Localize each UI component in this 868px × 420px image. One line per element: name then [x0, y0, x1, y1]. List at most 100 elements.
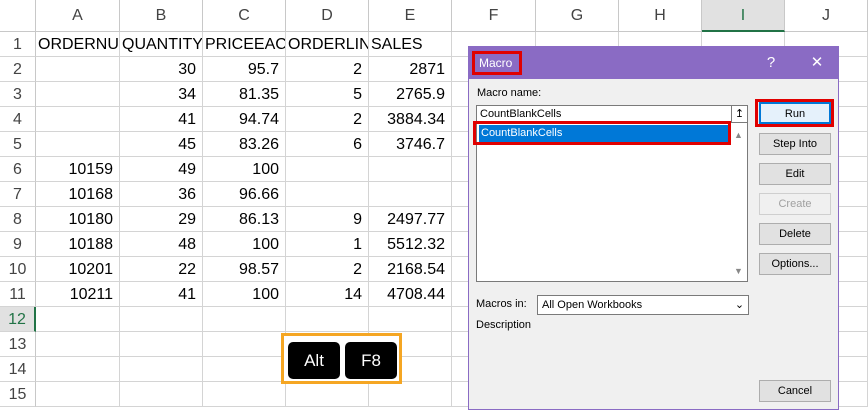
grid-cell[interactable]: 2871 — [369, 57, 452, 82]
grid-cell[interactable] — [369, 182, 452, 207]
grid-cell[interactable] — [286, 157, 369, 182]
grid-cell[interactable]: 95.7 — [203, 57, 286, 82]
dialog-title-bar[interactable]: Macro ? ✕ — [469, 47, 838, 79]
grid-cell[interactable]: 4708.44 — [369, 282, 452, 307]
grid-cell[interactable] — [36, 332, 120, 357]
row-header[interactable]: 6 — [0, 157, 36, 182]
grid-cell[interactable] — [369, 307, 452, 332]
grid-cell[interactable]: 22 — [120, 257, 203, 282]
run-button[interactable]: Run — [759, 102, 831, 124]
grid-cell[interactable]: 10159 — [36, 157, 120, 182]
grid-cell[interactable]: 29 — [120, 207, 203, 232]
grid-cell[interactable]: 5 — [286, 82, 369, 107]
row-header[interactable]: 7 — [0, 182, 36, 207]
grid-cell[interactable] — [369, 382, 452, 407]
grid-cell[interactable] — [120, 382, 203, 407]
column-header-d[interactable]: D — [286, 0, 369, 32]
grid-cell[interactable]: 10201 — [36, 257, 120, 282]
grid-cell[interactable]: 100 — [203, 232, 286, 257]
row-header[interactable]: 13 — [0, 332, 36, 357]
grid-cell[interactable]: SALES — [369, 32, 452, 57]
grid-cell[interactable] — [369, 157, 452, 182]
macro-list[interactable]: CountBlankCells — [476, 122, 748, 282]
options-button[interactable]: Options... — [759, 253, 831, 275]
grid-cell[interactable]: ORDERNU — [36, 32, 120, 57]
grid-cell[interactable]: 6 — [286, 132, 369, 157]
grid-cell[interactable]: 2 — [286, 257, 369, 282]
scroll-up-icon[interactable]: ▲ — [730, 127, 747, 143]
grid-cell[interactable]: 10211 — [36, 282, 120, 307]
grid-cell[interactable]: 98.57 — [203, 257, 286, 282]
macro-list-scrollbar[interactable]: ▲ ▼ — [730, 123, 747, 281]
delete-button[interactable]: Delete — [759, 223, 831, 245]
grid-cell[interactable]: 10188 — [36, 232, 120, 257]
grid-cell[interactable]: 10168 — [36, 182, 120, 207]
grid-cell[interactable]: PRICEEACH — [203, 32, 286, 57]
grid-cell[interactable] — [203, 357, 286, 382]
step-into-button[interactable]: Step Into — [759, 133, 831, 155]
column-header-h[interactable]: H — [619, 0, 702, 32]
row-header[interactable]: 10 — [0, 257, 36, 282]
grid-cell[interactable] — [36, 57, 120, 82]
grid-cell[interactable]: ORDERLIN — [286, 32, 369, 57]
grid-cell[interactable]: 9 — [286, 207, 369, 232]
grid-cell[interactable] — [286, 382, 369, 407]
row-header[interactable]: 5 — [0, 132, 36, 157]
row-header[interactable]: 14 — [0, 357, 36, 382]
grid-cell[interactable] — [203, 332, 286, 357]
grid-cell[interactable] — [36, 307, 120, 332]
grid-cell[interactable]: 100 — [203, 282, 286, 307]
grid-cell[interactable]: 86.13 — [203, 207, 286, 232]
grid-cell[interactable] — [120, 332, 203, 357]
grid-cell[interactable]: 2 — [286, 57, 369, 82]
grid-cell[interactable]: 2497.77 — [369, 207, 452, 232]
grid-cell[interactable] — [36, 382, 120, 407]
grid-cell[interactable]: 3746.7 — [369, 132, 452, 157]
row-header[interactable]: 1 — [0, 32, 36, 57]
grid-cell[interactable]: 10180 — [36, 207, 120, 232]
chevron-down-icon[interactable]: ⌄ — [731, 296, 748, 314]
grid-cell[interactable] — [36, 82, 120, 107]
grid-cell[interactable]: 83.26 — [203, 132, 286, 157]
cancel-button[interactable]: Cancel — [759, 380, 831, 402]
select-all-corner[interactable] — [0, 0, 36, 32]
row-header[interactable]: 9 — [0, 232, 36, 257]
row-header[interactable]: 4 — [0, 107, 36, 132]
grid-cell[interactable]: 45 — [120, 132, 203, 157]
grid-cell[interactable]: 49 — [120, 157, 203, 182]
grid-cell[interactable] — [286, 307, 369, 332]
row-header[interactable]: 8 — [0, 207, 36, 232]
edit-button[interactable]: Edit — [759, 163, 831, 185]
row-header[interactable]: 15 — [0, 382, 36, 407]
row-header[interactable]: 2 — [0, 57, 36, 82]
row-header[interactable]: 12 — [0, 307, 36, 332]
row-header[interactable]: 3 — [0, 82, 36, 107]
close-button[interactable]: ✕ — [799, 47, 835, 79]
grid-cell[interactable]: 2 — [286, 107, 369, 132]
grid-cell[interactable] — [203, 382, 286, 407]
grid-cell[interactable]: 2765.9 — [369, 82, 452, 107]
column-header-j[interactable]: J — [785, 0, 868, 32]
pick-macro-icon[interactable]: ↥ — [731, 105, 748, 123]
grid-cell[interactable] — [120, 357, 203, 382]
grid-cell[interactable] — [203, 307, 286, 332]
grid-cell[interactable]: QUANTITY — [120, 32, 203, 57]
column-header-b[interactable]: B — [120, 0, 203, 32]
column-header-f[interactable]: F — [452, 0, 536, 32]
grid-cell[interactable]: 30 — [120, 57, 203, 82]
grid-cell[interactable]: 5512.32 — [369, 232, 452, 257]
grid-cell[interactable] — [36, 132, 120, 157]
grid-cell[interactable] — [36, 107, 120, 132]
grid-cell[interactable] — [120, 307, 203, 332]
row-header[interactable]: 11 — [0, 282, 36, 307]
grid-cell[interactable]: 2168.54 — [369, 257, 452, 282]
scroll-down-icon[interactable]: ▼ — [730, 263, 747, 279]
grid-cell[interactable]: 34 — [120, 82, 203, 107]
macros-in-select[interactable]: All Open Workbooks ⌄ — [537, 295, 749, 315]
grid-cell[interactable]: 100 — [203, 157, 286, 182]
grid-cell[interactable]: 48 — [120, 232, 203, 257]
grid-cell[interactable]: 94.74 — [203, 107, 286, 132]
grid-cell[interactable]: 96.66 — [203, 182, 286, 207]
grid-cell[interactable] — [286, 182, 369, 207]
grid-cell[interactable]: 41 — [120, 282, 203, 307]
